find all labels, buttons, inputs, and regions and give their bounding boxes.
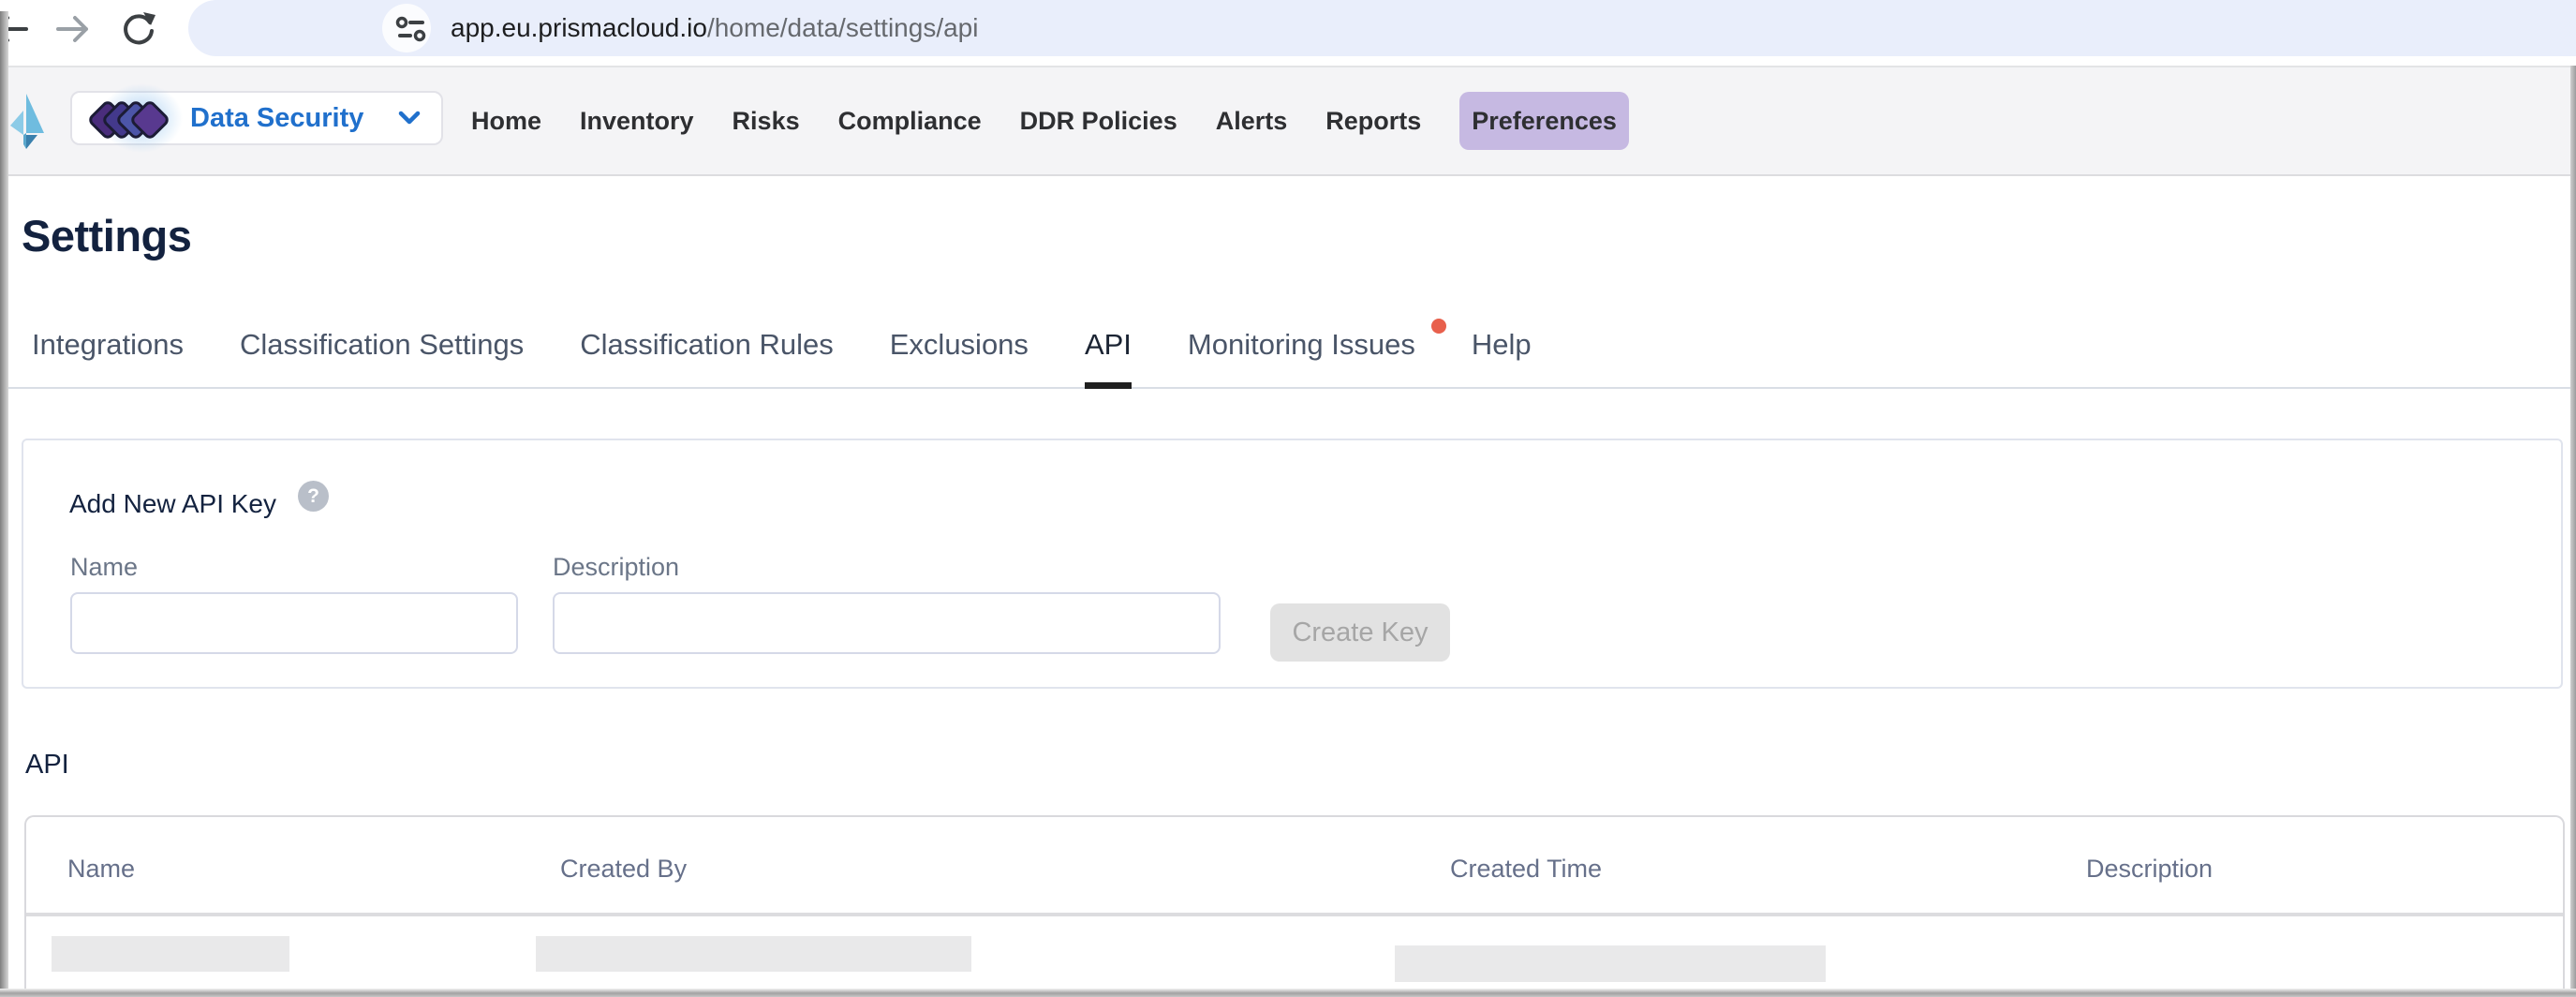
app-switcher-label: Data Security [190, 103, 363, 134]
help-question-icon[interactable]: ? [298, 481, 329, 512]
chevron-down-icon [398, 111, 421, 126]
nav-item-preferences[interactable]: Preferences [1459, 92, 1629, 150]
nav-item-alerts[interactable]: Alerts [1216, 107, 1288, 136]
skeleton-cell-created-by [536, 936, 971, 972]
window-right-edge [2570, 66, 2576, 997]
tab-api[interactable]: API [1085, 317, 1132, 387]
app-window: app.eu.prismacloud.io/home/data/settings… [0, 0, 2576, 997]
table-header-divider [26, 913, 2563, 916]
reload-icon[interactable] [120, 10, 157, 48]
window-bottom-edge [0, 989, 2576, 997]
site-info-tune-icon[interactable] [395, 15, 429, 43]
column-header-created-by: Created By [560, 855, 687, 884]
prisma-cloud-logo-icon [8, 92, 48, 152]
column-header-description: Description [2086, 855, 2213, 884]
tab-classification-settings[interactable]: Classification Settings [240, 317, 524, 387]
nav-item-reports[interactable]: Reports [1325, 107, 1421, 136]
data-security-diamonds-icon [93, 98, 168, 138]
nav-item-inventory[interactable]: Inventory [580, 107, 694, 136]
api-keys-table: Name Created By Created Time Description [24, 815, 2565, 997]
browser-toolbar: app.eu.prismacloud.io/home/data/settings… [0, 0, 2576, 67]
app-header: Data Security Home Inventory Risks Compl… [0, 67, 2576, 176]
add-api-key-title: Add New API Key [69, 489, 276, 519]
window-left-edge [0, 11, 8, 997]
description-field-label: Description [553, 553, 679, 582]
nav-item-home[interactable]: Home [471, 107, 541, 136]
nav-item-ddr-policies[interactable]: DDR Policies [1020, 107, 1177, 136]
address-bar[interactable]: app.eu.prismacloud.io/home/data/settings… [188, 0, 2576, 56]
name-input[interactable] [70, 592, 518, 654]
description-input[interactable] [553, 592, 1221, 654]
nav-item-risks[interactable]: Risks [733, 107, 800, 136]
tab-exclusions[interactable]: Exclusions [890, 317, 1029, 387]
column-header-created-time: Created Time [1450, 855, 1602, 884]
url-path: /home/data/settings/api [707, 13, 979, 42]
name-field-label: Name [70, 553, 138, 582]
settings-tabs: Integrations Classification Settings Cla… [7, 317, 2570, 389]
tab-integrations[interactable]: Integrations [32, 317, 184, 387]
create-key-button[interactable]: Create Key [1270, 603, 1450, 662]
url-domain: app.eu.prismacloud.io [451, 13, 707, 42]
skeleton-cell-created-time [1395, 945, 1826, 982]
api-section-title: API [25, 750, 69, 781]
add-api-key-card: Add New API Key ? Name Description Creat… [22, 439, 2563, 689]
main-nav: Home Inventory Risks Compliance DDR Poli… [471, 67, 1629, 174]
nav-item-compliance[interactable]: Compliance [838, 107, 982, 136]
page-title: Settings [22, 210, 191, 261]
forward-icon[interactable] [54, 13, 92, 45]
tab-help[interactable]: Help [1472, 317, 1532, 387]
column-header-name: Name [67, 855, 135, 884]
skeleton-cell-name [52, 936, 289, 972]
alert-dot-icon [1431, 319, 1446, 334]
tab-monitoring-issues-label: Monitoring Issues [1188, 328, 1415, 361]
tab-classification-rules[interactable]: Classification Rules [580, 317, 834, 387]
tab-monitoring-issues[interactable]: Monitoring Issues [1188, 317, 1415, 387]
url-text[interactable]: app.eu.prismacloud.io/home/data/settings… [451, 0, 978, 56]
app-switcher-dropdown[interactable]: Data Security [70, 91, 443, 145]
